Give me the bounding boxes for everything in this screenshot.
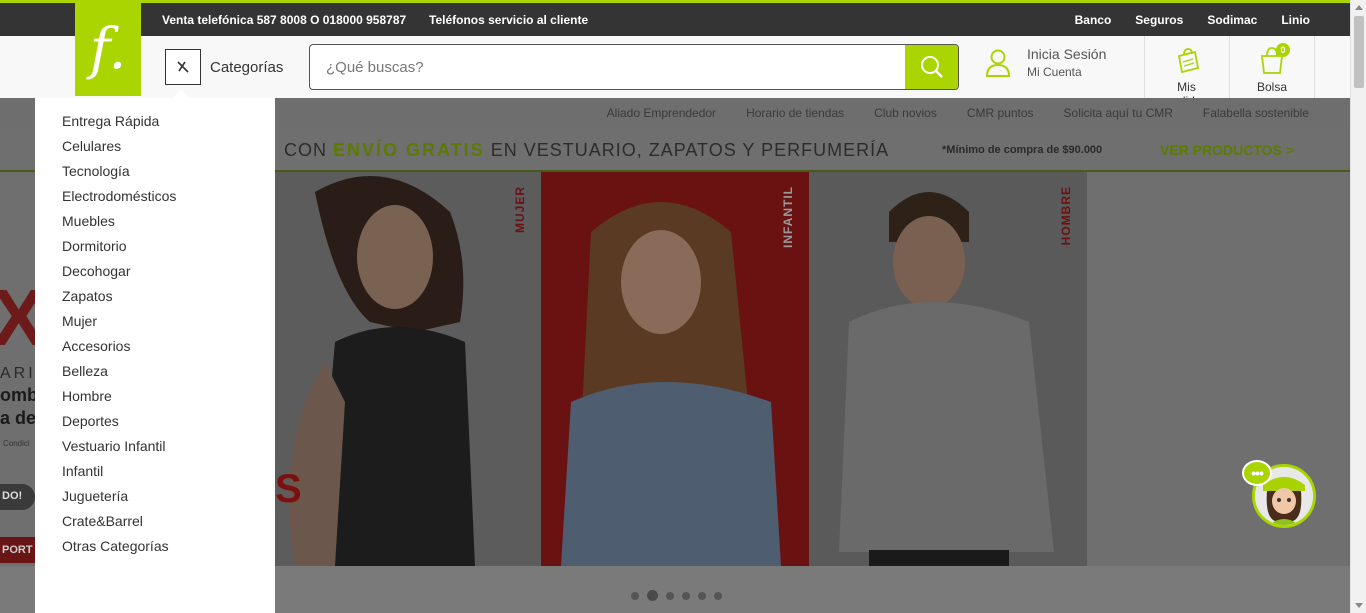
top-link-sodimac[interactable]: Sodimac [1207,13,1257,27]
promo-text-prefix: CON [284,140,333,160]
category-item-crate-barrel[interactable]: Crate&Barrel [35,511,275,536]
shopping-bag-icon [1171,44,1203,76]
logo-mark: f. [89,16,127,82]
carousel-dot[interactable] [682,591,690,600]
hero-left-pill: PORT [0,537,35,563]
subnav-link-solicita-cmr[interactable]: Solicita aquí tu CMR [1064,106,1173,120]
scroll-down-arrow-icon[interactable] [1355,603,1363,608]
subnav-link-cmr-puntos[interactable]: CMR puntos [967,106,1034,120]
category-item-decohogar[interactable]: Decohogar [35,261,275,286]
carousel-dot-active[interactable] [647,590,658,601]
top-links: Banco Seguros Sodimac Linio [1075,13,1310,27]
chat-assistant-button[interactable]: ••• [1242,460,1318,532]
man-photo [839,192,1054,566]
phone-sales-link[interactable]: Venta telefónica 587 8008 O 018000 95878… [162,13,406,27]
search-bar [309,44,959,90]
carousel-dot[interactable] [698,591,706,600]
account-link[interactable]: Inicia Sesión Mi Cuenta [985,46,1106,79]
categories-button[interactable]: Categorías [165,49,283,85]
carousel-dot[interactable] [666,591,674,600]
carousel-dots [631,590,722,601]
panel-label-mujer: MUJER [513,186,527,234]
carousel-dot[interactable] [714,591,722,600]
category-item-entrega-rapida[interactable]: Entrega Rápida [35,111,275,136]
category-item-mujer[interactable]: Mujer [35,311,275,336]
header-divider [1144,36,1145,98]
promo-text-suffix: EN VESTUARIO, ZAPATOS Y PERFUMERÍA [484,140,890,160]
hero-left-line1: ARI [0,365,36,382]
panel-label-infantil: INFANTIL [781,186,795,248]
dropdown-caret [172,90,190,99]
bag-icon: 0 [1256,43,1290,76]
subnav-link-horario[interactable]: Horario de tiendas [746,106,844,120]
user-icon [985,49,1011,77]
login-label: Inicia Sesión [1027,46,1107,62]
woman-photo [289,176,475,566]
header-divider [1229,36,1230,98]
top-link-seguros[interactable]: Seguros [1135,13,1183,27]
panel-label-hombre: HOMBRE [1059,186,1073,246]
top-link-linio[interactable]: Linio [1281,13,1310,27]
chat-bubble-icon: ••• [1242,460,1272,486]
category-list: Entrega Rápida Celulares Tecnología Elec… [35,111,275,561]
carousel-dot[interactable] [631,591,639,600]
hero-left-line3: a de [0,408,37,428]
category-item-infantil[interactable]: Infantil [35,461,275,486]
bag-label: Bolsa [1256,80,1288,94]
scroll-up-arrow-icon[interactable] [1355,5,1363,10]
category-item-vestuario-infantil[interactable]: Vestuario Infantil [35,436,275,461]
close-x-icon [165,49,201,85]
subnav-link-sostenible[interactable]: Falabella sostenible [1203,106,1309,120]
category-item-dormitorio[interactable]: Dormitorio [35,236,275,261]
hero-panel-mujer[interactable]: S MUJER [275,172,541,566]
hero-panel-infantil[interactable]: INFANTIL [541,172,809,566]
scroll-thumb[interactable] [1354,16,1364,88]
category-item-muebles[interactable]: Muebles [35,211,275,236]
promo-minimum: *Mínimo de compra de $90.000 [942,144,1103,156]
category-item-hombre[interactable]: Hombre [35,386,275,411]
top-link-banco[interactable]: Banco [1075,13,1112,27]
account-label: Mi Cuenta [1027,65,1082,79]
category-item-celulares[interactable]: Celulares [35,136,275,161]
search-input[interactable] [310,45,906,89]
top-bar: Venta telefónica 587 8008 O 018000 95878… [0,3,1366,36]
category-item-zapatos[interactable]: Zapatos [35,286,275,311]
search-button[interactable] [905,45,958,89]
hero-panel-hombre[interactable]: HOMBRE [809,172,1087,566]
category-item-accesorios[interactable]: Accesorios [35,336,275,361]
bag-count-badge: 0 [1276,43,1290,57]
falabella-logo[interactable]: f. [75,3,141,96]
girl-photo [561,202,781,566]
bag-link[interactable]: 0 Bolsa [1240,43,1304,94]
hero-left-line2: omb [0,385,38,405]
category-item-jugueteria[interactable]: Juguetería [35,486,275,511]
hero-left-conditions: Condici [3,439,30,448]
subnav-link-club-novios[interactable]: Club novios [874,106,937,120]
hero-left-pill: DO! [0,484,35,510]
header: Categorías Inicia Sesión Mi Cuenta Mis p… [0,36,1350,108]
category-item-belleza[interactable]: Belleza [35,361,275,386]
category-item-deportes[interactable]: Deportes [35,411,275,436]
category-item-electrodomesticos[interactable]: Electrodomésticos [35,186,275,211]
customer-service-link[interactable]: Teléfonos servicio al cliente [429,13,588,27]
categories-dropdown: Entrega Rápida Celulares Tecnología Elec… [35,90,275,613]
page-scrollbar[interactable] [1350,0,1366,613]
subnav-link-aliado[interactable]: Aliado Emprendedor [607,106,716,120]
category-item-tecnologia[interactable]: Tecnología [35,161,275,186]
header-divider [1314,36,1315,98]
search-icon [920,56,943,78]
promo-highlight: ENVÍO GRATIS [333,140,485,160]
category-item-otras[interactable]: Otras Categorías [35,536,275,561]
promo-cta-link[interactable]: VER PRODUCTOS > [1160,142,1294,158]
promo-text: CON ENVÍO GRATIS EN VESTUARIO, ZAPATOS Y… [284,140,889,161]
categories-label: Categorías [210,58,284,76]
hero-woman-fragment: S [275,467,302,511]
